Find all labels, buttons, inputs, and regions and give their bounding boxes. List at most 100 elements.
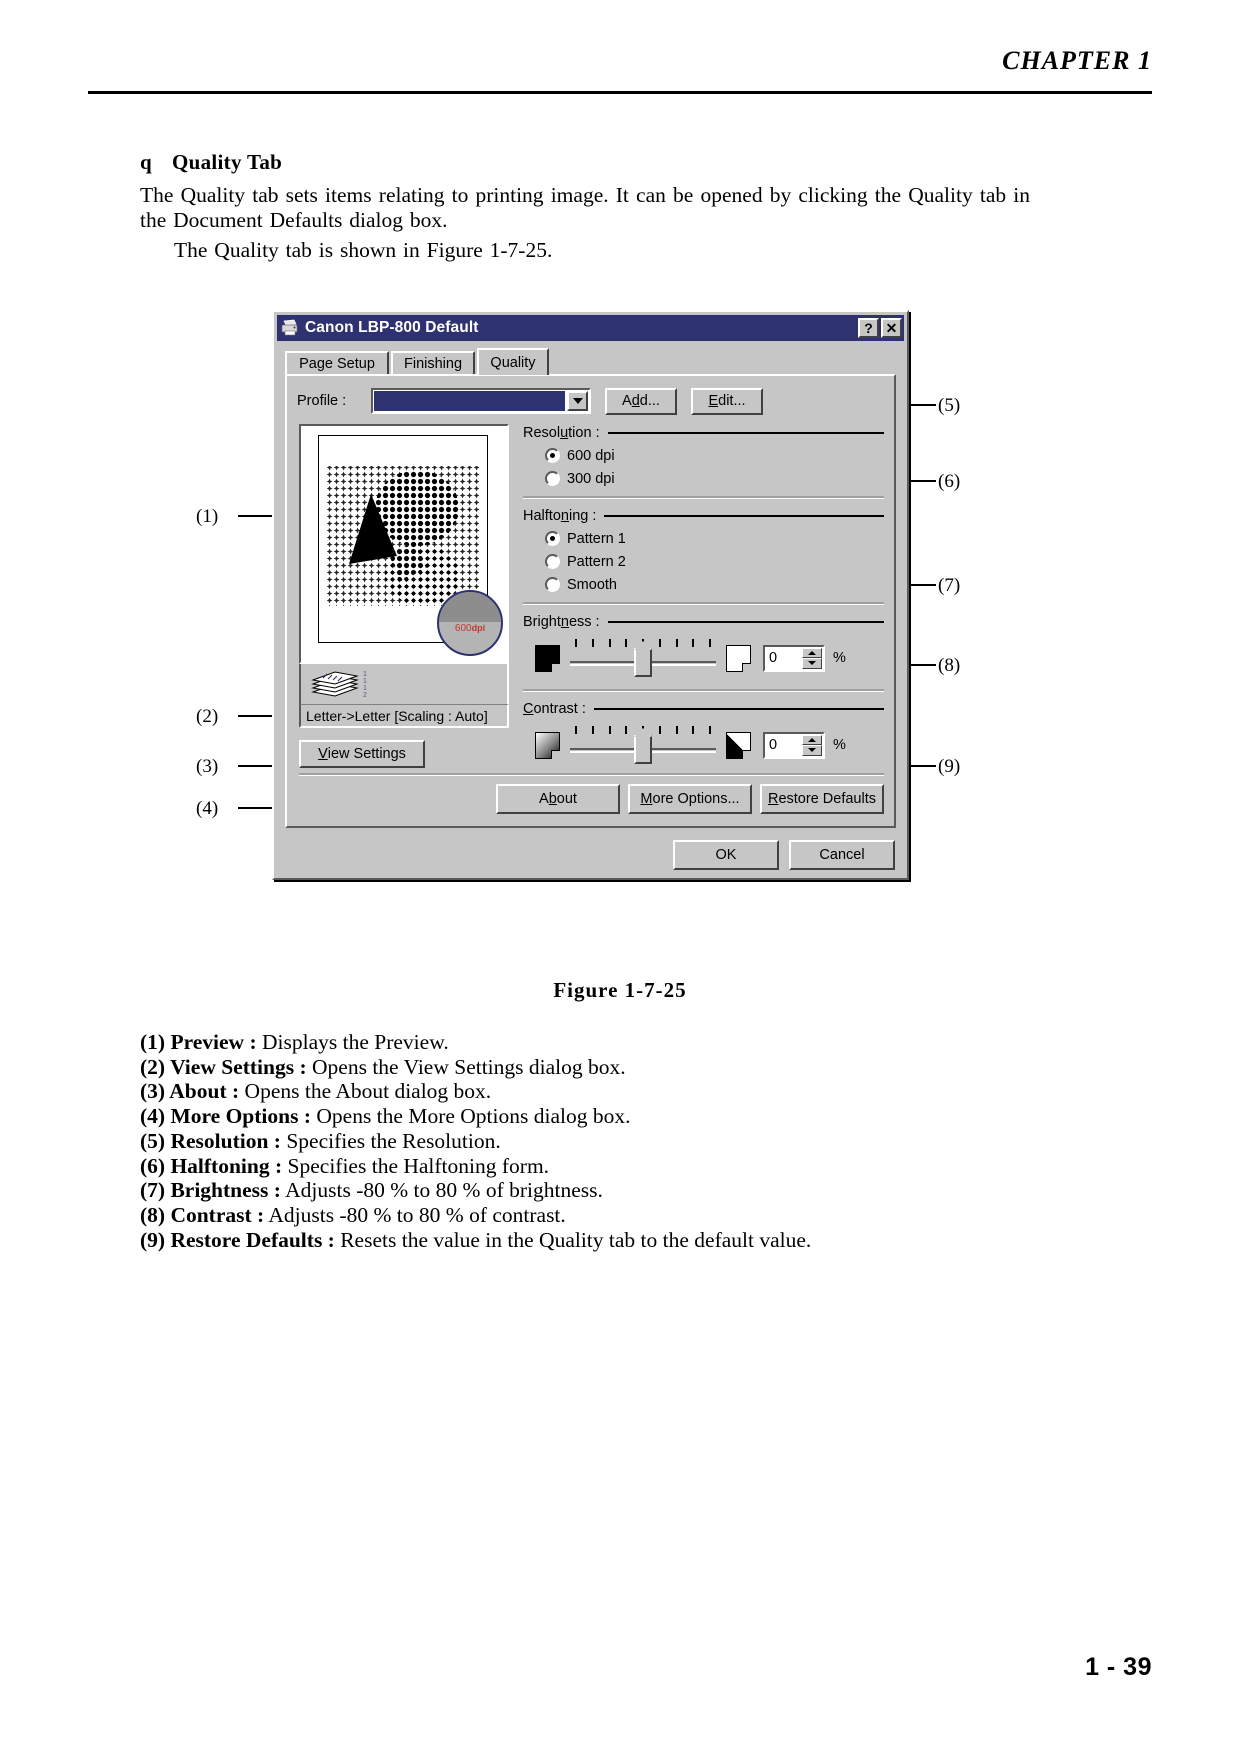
contrast-group-title: Contrast : [523,701,586,717]
paragraph-2: The Quality tab is shown in Figure 1-7-2… [174,238,553,262]
panel-action-buttons: Ab out More Options... Restore Defaults [299,784,884,814]
tab-page-setup[interactable]: Page Setup [285,351,389,375]
dialog-titlebar[interactable]: Canon LBP-800 Default ? ✕ [277,315,904,341]
radio-icon [545,531,560,546]
loupe-resolution-label: 600dpi [454,623,486,634]
header-divider [88,91,1152,94]
contrast-unit: % [833,737,846,753]
chevron-down-icon[interactable] [567,391,588,411]
profile-select-value [374,391,565,411]
profile-row: Profile : Ad d... Edit... [297,386,884,416]
tab-quality[interactable]: Quality [477,348,549,375]
radio-resolution-600[interactable]: 600 dpi [523,444,884,467]
brightness-decrement-icon[interactable] [802,658,822,669]
radio-icon [545,448,560,463]
printer-icon [280,319,300,337]
figure-1-7-25: (1) (2) (3) (4) (5) (6) (7) (8) (9) Cano… [140,272,1100,972]
legend-item: (5) Resolution : Specifies the Resolutio… [140,1128,501,1153]
callout-9-label: (9) [938,756,961,777]
group-divider [523,602,884,605]
brightness-group-title: Brightness : [523,614,600,630]
ok-button[interactable]: OK [673,840,779,870]
section-bullet: q [140,150,152,174]
contrast-value[interactable]: 0 [765,734,802,757]
page-number: 1 - 39 [1085,1653,1152,1681]
radio-halftoning-smooth[interactable]: Smooth [523,573,884,596]
callout-6-label: (6) [938,471,961,492]
page-header: CHAPTER 1 [88,46,1152,94]
callout-3-label: (3) [196,756,219,777]
figure-caption: Figure 1-7-25 [553,978,687,1002]
profile-select[interactable] [371,388,591,414]
brightness-slider-row: 0 % [523,633,884,683]
edit-profile-button[interactable]: Edit... [691,387,763,415]
close-icon[interactable]: ✕ [881,318,902,338]
halftoning-group-rule [604,515,884,517]
contrast-decrement-icon[interactable] [802,745,822,756]
dialog-footer: OK Cancel [673,840,895,870]
tab-finishing[interactable]: Finishing [391,351,475,375]
resolution-group: Resolution : 600 dpi 300 dpi [523,422,884,490]
halftoning-group-title: Halftoning : [523,508,597,524]
legend-item: (7) Brightness : Adjusts -80 % to 80 % o… [140,1178,603,1203]
brightness-group: Brightness : 0 % [523,611,884,683]
slider-thumb[interactable] [634,728,652,764]
svg-text:2: 2 [363,692,367,699]
resolution-group-rule [607,432,884,434]
printer-properties-dialog: Canon LBP-800 Default ? ✕ Page Setup Fin… [272,310,909,880]
resolution-group-title: Resolution : [523,425,600,441]
contrast-slider-row: 0 % [523,720,884,770]
add-profile-button[interactable]: Ad d... [605,387,677,415]
chapter-label: CHAPTER 1 [1002,46,1152,75]
radio-icon [545,577,560,592]
more-options-button[interactable]: More Options... [628,784,752,814]
about-button[interactable]: Ab out [496,784,620,814]
cancel-button[interactable]: Cancel [789,840,895,870]
contrast-group: Contrast : 0 % [523,698,884,770]
profile-label: Profile : [297,393,347,409]
low-contrast-icon [535,731,560,759]
help-button[interactable]: ? [858,318,879,338]
legend-item: (6) Halftoning : Specifies the Halftonin… [140,1153,550,1178]
brightness-increment-icon[interactable] [802,647,822,658]
radio-halftoning-pattern1-label: Pattern 1 [567,530,626,547]
brightness-stepper[interactable]: 0 [763,644,825,672]
group-divider [523,689,884,692]
radio-icon [545,471,560,486]
callout-5-label: (5) [938,395,961,416]
contrast-stepper[interactable]: 0 [763,731,825,759]
dialog-title: Canon LBP-800 Default [305,319,479,336]
quality-tab-panel: Profile : Ad d... Edit... 600dpi 1 1 1 2… [285,374,896,828]
dark-page-icon [535,644,560,672]
slider-thumb[interactable] [634,641,652,677]
callout-2-label: (2) [196,706,219,727]
section-title-text: Quality Tab [172,150,283,174]
preview-zoom-loupe: 600dpi [437,590,503,656]
restore-defaults-button[interactable]: Restore Defaults [760,784,884,814]
radio-resolution-300-label: 300 dpi [567,470,615,487]
tabstrip: Page Setup Finishing Quality [285,348,896,375]
brightness-value[interactable]: 0 [765,647,802,670]
radio-halftoning-pattern1[interactable]: Pattern 1 [523,527,884,550]
brightness-slider[interactable] [570,635,716,681]
svg-text:1: 1 [363,678,367,685]
settings-column: Resolution : 600 dpi 300 dpi Halftoning … [523,422,884,772]
brightness-group-rule [607,621,884,623]
section-heading: q Quality Tab [140,150,1030,175]
callout-8-label: (8) [938,655,961,676]
view-settings-button[interactable]: View Settings [299,740,425,768]
radio-halftoning-pattern2-label: Pattern 2 [567,553,626,570]
light-page-icon [726,644,751,672]
radio-halftoning-pattern2[interactable]: Pattern 2 [523,550,884,573]
callout-7-label: (7) [938,575,961,596]
halftoning-group: Halftoning : Pattern 1 Pattern 2 Smooth [523,505,884,596]
brightness-unit: % [833,650,846,666]
body-text: q Quality Tab The Quality tab sets items … [140,150,1030,263]
legend-item: (8) Contrast : Adjusts -80 % to 80 % of … [140,1202,566,1227]
contrast-increment-icon[interactable] [802,734,822,745]
radio-resolution-300[interactable]: 300 dpi [523,467,884,490]
group-divider [523,496,884,499]
preview-pane[interactable]: 600dpi [299,424,509,664]
contrast-slider[interactable] [570,722,716,768]
svg-text:1: 1 [363,671,367,678]
